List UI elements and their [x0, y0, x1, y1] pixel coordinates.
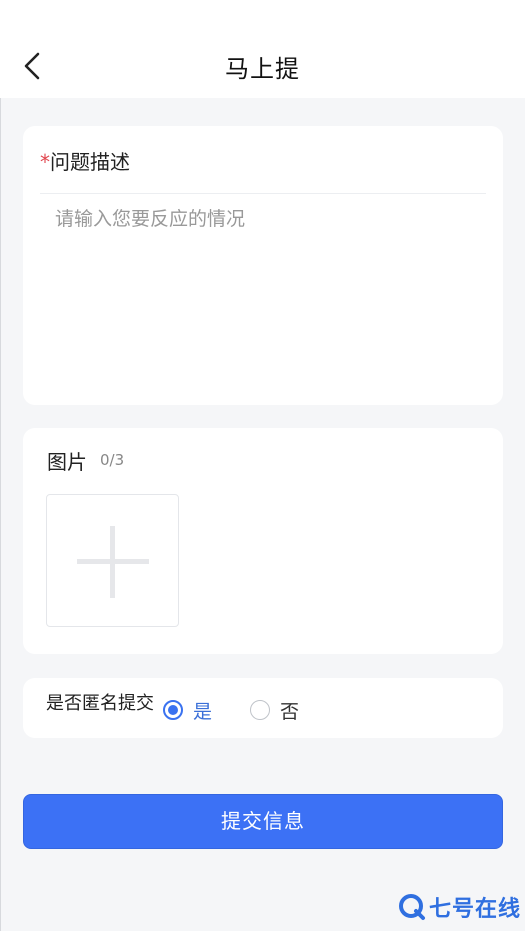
anonymous-yes-label: 是: [193, 700, 213, 723]
radio-checked-icon: [163, 700, 183, 720]
anonymous-card: 是否匿名提交 是 否: [23, 678, 503, 738]
watermark: 七号在线: [398, 893, 521, 922]
anonymous-yes-radio[interactable]: 是: [163, 698, 213, 723]
anonymous-no-radio[interactable]: 否: [250, 698, 300, 723]
q-logo-icon: [398, 894, 425, 920]
anonymous-label: 是否匿名提交: [46, 693, 154, 714]
image-upload-button[interactable]: [46, 494, 179, 627]
page: 马上提 *问题描述 图片 0/3 是否匿名提交 是 否 提交信息: [0, 0, 525, 931]
header-bar: 马上提: [0, 0, 525, 98]
left-edge-line: [0, 0, 1, 931]
page-title: 马上提: [225, 55, 300, 83]
radio-unchecked-icon: [250, 700, 270, 720]
required-mark: *: [40, 150, 50, 174]
description-textarea[interactable]: [40, 198, 486, 388]
divider: [40, 193, 486, 194]
anonymous-no-label: 否: [280, 700, 300, 723]
description-card: *问题描述: [23, 126, 503, 405]
plus-icon: [77, 526, 149, 598]
image-card: 图片 0/3: [23, 428, 503, 654]
submit-button[interactable]: 提交信息: [23, 794, 503, 849]
image-count: 0/3: [100, 451, 125, 469]
image-label: 图片: [47, 450, 87, 474]
description-label: 问题描述: [50, 150, 130, 174]
watermark-text: 七号在线: [428, 897, 521, 922]
description-label-row: *问题描述: [40, 146, 130, 175]
